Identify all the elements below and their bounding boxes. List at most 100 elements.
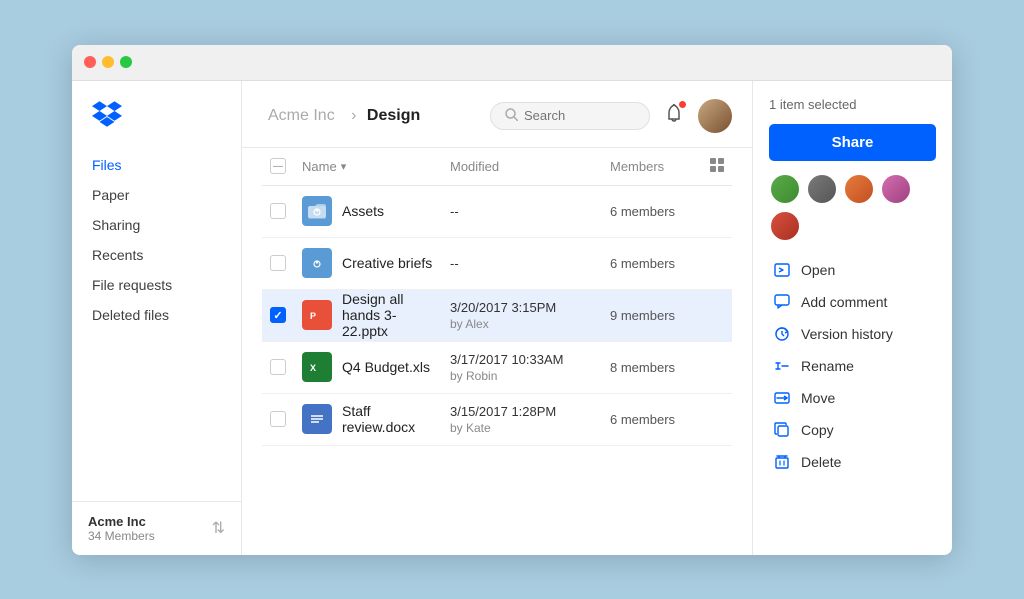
context-menu-item-move[interactable]: Move [769,382,936,414]
sidebar: Files Paper Sharing Recents File request… [72,81,242,555]
sidebar-item-deleted-files[interactable]: Deleted files [80,300,233,330]
file-name-label: Creative briefs [342,255,432,271]
copy-icon [773,421,791,439]
svg-text:P: P [310,311,316,321]
modified-by: by Alex [450,317,489,331]
th-modified: Modified [442,148,602,186]
th-name[interactable]: Name ▾ [294,148,442,186]
maximize-button[interactable] [120,56,132,68]
modified-date: 3/17/2017 10:33AM [450,352,563,367]
chevron-up-down-icon: ⇅ [212,518,225,538]
member-avatar[interactable] [806,173,838,205]
context-menu-item-add-comment[interactable]: Add comment [769,286,936,318]
context-menu: Open Add comment [769,254,936,478]
file-name-cell: Staff review.docx [302,403,434,435]
titlebar [72,45,952,81]
sort-arrow-icon: ▾ [341,160,347,173]
pptx-icon: P [302,300,332,330]
context-menu-item-version-history[interactable]: Version history [769,318,936,350]
folder-icon [302,196,332,226]
modified-date: -- [450,256,459,271]
members-count: 9 members [610,308,675,323]
user-avatar[interactable] [698,99,732,133]
org-name: Acme Inc [88,514,155,529]
table-row[interactable]: P Design all hands 3-22.pptx 3/20/2017 3… [262,289,732,341]
row-checkbox-q4-budget[interactable] [270,359,286,375]
folder-icon [302,248,332,278]
member-avatar[interactable] [769,210,801,242]
docx-icon [302,404,332,434]
org-info: Acme Inc 34 Members [88,514,155,543]
file-header: Acme Inc › Design [242,81,752,148]
app-window: Files Paper Sharing Recents File request… [72,45,952,555]
table-row[interactable]: Assets -- 6 members [262,185,732,237]
th-members: Members [602,148,702,186]
selected-count-label: 1 item selected [769,97,936,112]
table-head: Name ▾ Modified Members [262,148,732,186]
modified-date: 3/20/2017 3:15PM [450,300,556,315]
file-area: Acme Inc › Design [242,81,752,555]
sidebar-item-recents[interactable]: Recents [80,240,233,270]
file-name-label: Assets [342,203,384,219]
file-name-cell: P Design all hands 3-22.pptx [302,291,434,339]
th-select-all[interactable] [262,148,294,186]
member-avatar[interactable] [843,173,875,205]
header-right [490,99,732,133]
minimize-button[interactable] [102,56,114,68]
breadcrumb-parent: Acme Inc [268,107,335,124]
sidebar-footer[interactable]: Acme Inc 34 Members ⇅ [72,501,241,555]
modified-date: -- [450,204,459,219]
member-avatars [769,173,936,242]
context-menu-item-delete[interactable]: Delete [769,446,936,478]
table-row[interactable]: X Q4 Budget.xls 3/17/2017 10:33AM by Rob… [262,341,732,393]
context-menu-item-open[interactable]: Open [769,254,936,286]
context-label-add-comment: Add comment [801,294,887,310]
context-label-copy: Copy [801,422,834,438]
notification-bell[interactable] [664,103,684,128]
th-grid-view[interactable] [702,148,732,186]
file-name-cell: Assets [302,196,434,226]
file-table-container: Name ▾ Modified Members [242,148,752,555]
right-panel: 1 item selected Share [752,81,952,555]
row-checkbox-assets[interactable] [270,203,286,219]
modified-date: 3/15/2017 1:28PM [450,404,556,419]
row-checkbox-creative-briefs[interactable] [270,255,286,271]
sidebar-item-file-requests[interactable]: File requests [80,270,233,300]
row-checkbox-design-all-hands[interactable] [270,307,286,323]
search-box[interactable] [490,102,650,130]
context-label-move: Move [801,390,835,406]
sidebar-item-files[interactable]: Files [80,150,233,180]
row-checkbox-staff-review[interactable] [270,411,286,427]
members-count: 8 members [610,360,675,375]
main-content: Files Paper Sharing Recents File request… [72,81,952,555]
sidebar-item-sharing[interactable]: Sharing [80,210,233,240]
file-name-label: Design all hands 3-22.pptx [342,291,434,339]
member-avatar[interactable] [880,173,912,205]
select-all-checkbox[interactable] [270,158,286,174]
table-row[interactable]: Creative briefs -- 6 members [262,237,732,289]
comment-icon [773,293,791,311]
context-label-open: Open [801,262,835,278]
rename-icon [773,357,791,375]
traffic-lights [84,56,132,68]
close-button[interactable] [84,56,96,68]
share-button[interactable]: Share [769,124,936,161]
sidebar-nav: Files Paper Sharing Recents File request… [72,150,241,501]
file-name-label: Staff review.docx [342,403,434,435]
dropbox-logo-icon [92,101,122,127]
context-label-delete: Delete [801,454,841,470]
table-body: Assets -- 6 members [262,185,732,445]
search-input[interactable] [524,108,635,123]
svg-text:X: X [310,363,316,373]
member-avatar[interactable] [769,173,801,205]
table-row[interactable]: Staff review.docx 3/15/2017 1:28PM by Ka… [262,393,732,445]
notification-badge [678,100,687,109]
sidebar-item-paper[interactable]: Paper [80,180,233,210]
breadcrumb-separator: › [351,107,361,124]
members-count: 6 members [610,256,675,271]
context-label-version-history: Version history [801,326,893,342]
file-table: Name ▾ Modified Members [262,148,732,446]
file-name-cell: X Q4 Budget.xls [302,352,434,382]
context-menu-item-rename[interactable]: Rename [769,350,936,382]
context-menu-item-copy[interactable]: Copy [769,414,936,446]
